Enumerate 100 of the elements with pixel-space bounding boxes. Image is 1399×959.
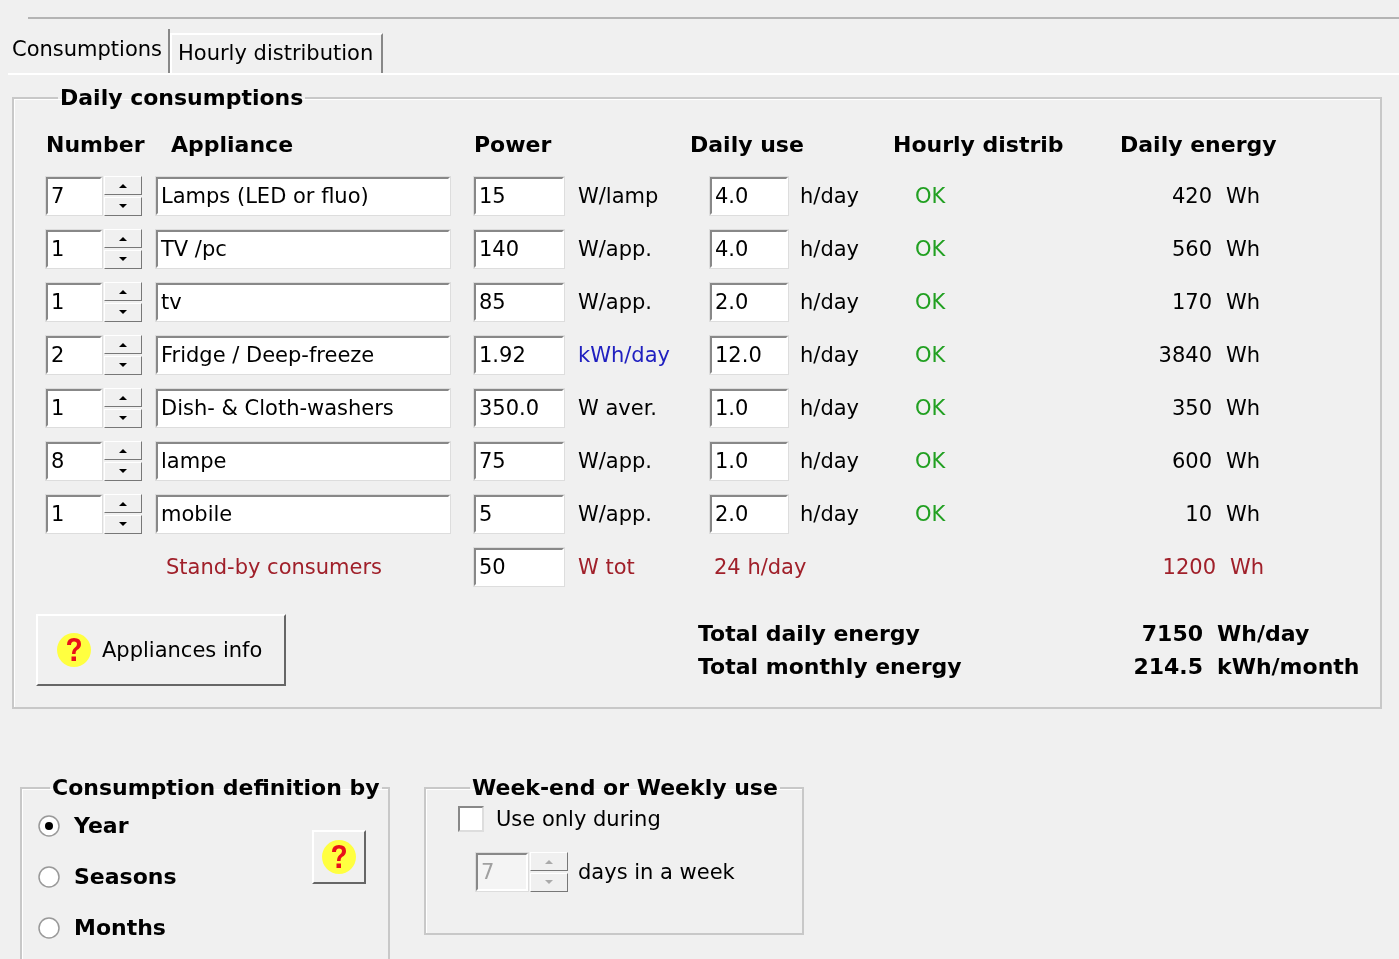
number-field[interactable]: 7	[46, 177, 102, 215]
unit-label: W/app.	[578, 449, 653, 473]
status-text: OK	[915, 396, 946, 420]
column-header: Power	[474, 132, 552, 157]
unit-label: W/app.	[578, 237, 653, 261]
power-field[interactable]: 5	[474, 495, 564, 533]
appliance-field[interactable]: tv	[156, 283, 450, 321]
checkbox-label: Use only during	[496, 807, 661, 831]
spinner[interactable]	[104, 335, 142, 375]
daily-use-field[interactable]: 4.0	[710, 177, 788, 215]
energy-value: 170	[1171, 290, 1212, 314]
tab[interactable]: Hourly distribution	[170, 33, 384, 73]
spinner[interactable]	[104, 494, 142, 534]
status-text: OK	[915, 502, 946, 526]
unit-label: Wh/day	[1217, 621, 1310, 646]
energy-value: 600	[1171, 449, 1212, 473]
daily-use-field[interactable]: 1.0	[710, 389, 788, 427]
number-field[interactable]: 1	[46, 283, 102, 321]
status-text: OK	[915, 343, 946, 367]
unit-label: Wh	[1226, 396, 1261, 420]
energy-value: 350	[1171, 396, 1212, 420]
unit-label: h/day	[800, 449, 859, 473]
unit-label: h/day	[800, 502, 859, 526]
appliance-field[interactable]: TV /pc	[156, 230, 450, 268]
unit-label: h/day	[800, 237, 859, 261]
energy-value: 420	[1171, 184, 1212, 208]
appliance-field[interactable]: Fridge / Deep-freeze	[156, 336, 450, 374]
column-header: Daily use	[690, 132, 804, 157]
power-field[interactable]: 50	[474, 548, 564, 586]
unit-label: W tot	[578, 555, 635, 579]
unit-label: Wh	[1226, 449, 1261, 473]
standby-label: Stand-by consumers	[166, 555, 382, 579]
power-field[interactable]: 15	[474, 177, 564, 215]
unit-label: Wh	[1230, 555, 1265, 579]
power-field[interactable]: 1.92	[474, 336, 564, 374]
unit-label: kWh/day	[578, 343, 670, 367]
unit-label: Wh	[1226, 290, 1261, 314]
appliance-field[interactable]: lampe	[156, 442, 450, 480]
column-header: Hourly distrib	[893, 132, 1064, 157]
appliance-field[interactable]: Lamps (LED or fluo)	[156, 177, 450, 215]
daily-use-field[interactable]: 2.0	[710, 283, 788, 321]
help-icon	[321, 839, 357, 875]
group-title: Week-end or Weekly use	[471, 775, 779, 800]
total-label: Total monthly energy	[698, 654, 962, 679]
number-field[interactable]: 1	[46, 495, 102, 533]
spinner[interactable]	[104, 176, 142, 216]
status-text: OK	[915, 184, 946, 208]
appliance-field[interactable]: mobile	[156, 495, 450, 533]
info-button[interactable]: Appliances info	[36, 614, 286, 686]
daily-use-text: 24 h/day	[714, 555, 807, 579]
radio-button[interactable]	[38, 865, 60, 888]
total-value: 214.5	[1133, 654, 1203, 679]
spinner[interactable]	[104, 282, 142, 322]
radio-label: Months	[74, 915, 166, 940]
status-text: OK	[915, 449, 946, 473]
unit-label: Wh	[1226, 184, 1261, 208]
power-field[interactable]: 140	[474, 230, 564, 268]
help-button[interactable]	[312, 830, 366, 884]
spinner[interactable]	[530, 852, 568, 892]
number-field[interactable]: 8	[46, 442, 102, 480]
spinner[interactable]	[104, 441, 142, 481]
column-header: Daily energy	[1120, 132, 1277, 157]
unit-label: W/lamp	[578, 184, 659, 208]
group-title: Daily consumptions	[59, 85, 305, 110]
power-field[interactable]: 75	[474, 442, 564, 480]
daily-use-field[interactable]: 1.0	[710, 442, 788, 480]
unit-label: kWh/month	[1217, 654, 1360, 679]
radio-label: Year	[74, 813, 129, 838]
total-value: 7150	[1141, 621, 1203, 646]
total-label: Total daily energy	[698, 621, 920, 646]
number-field[interactable]: 2	[46, 336, 102, 374]
unit-label: Wh	[1226, 237, 1261, 261]
appliance-field[interactable]: Dish- & Cloth-washers	[156, 389, 450, 427]
number-field[interactable]: 1	[46, 389, 102, 427]
power-field[interactable]: 350.0	[474, 389, 564, 427]
status-text: OK	[915, 290, 946, 314]
daily-use-field[interactable]: 4.0	[710, 230, 788, 268]
unit-label: W/app.	[578, 290, 653, 314]
column-header: Number	[46, 132, 145, 157]
daily-use-field[interactable]: 2.0	[710, 495, 788, 533]
radio-button[interactable]	[38, 916, 60, 939]
unit-label: Wh	[1226, 343, 1261, 367]
power-field[interactable]: 85	[474, 283, 564, 321]
unit-label: W/app.	[578, 502, 653, 526]
checkbox[interactable]	[458, 806, 484, 832]
number-field[interactable]: 1	[46, 230, 102, 268]
spinner[interactable]	[104, 229, 142, 269]
unit-label: W aver.	[578, 396, 658, 420]
unit-label: h/day	[800, 184, 859, 208]
group-title: Consumption definition by	[51, 775, 381, 800]
energy-value: 1200	[1162, 555, 1216, 579]
radio-label: Seasons	[74, 864, 177, 889]
unit-label: h/day	[800, 343, 859, 367]
column-header: Appliance	[171, 132, 294, 157]
spinner[interactable]	[104, 388, 142, 428]
daily-use-field[interactable]: 12.0	[710, 336, 788, 374]
energy-value: 3840	[1158, 343, 1212, 367]
radio-button[interactable]	[38, 814, 60, 837]
unit-label: h/day	[800, 396, 859, 420]
energy-value: 560	[1171, 237, 1212, 261]
